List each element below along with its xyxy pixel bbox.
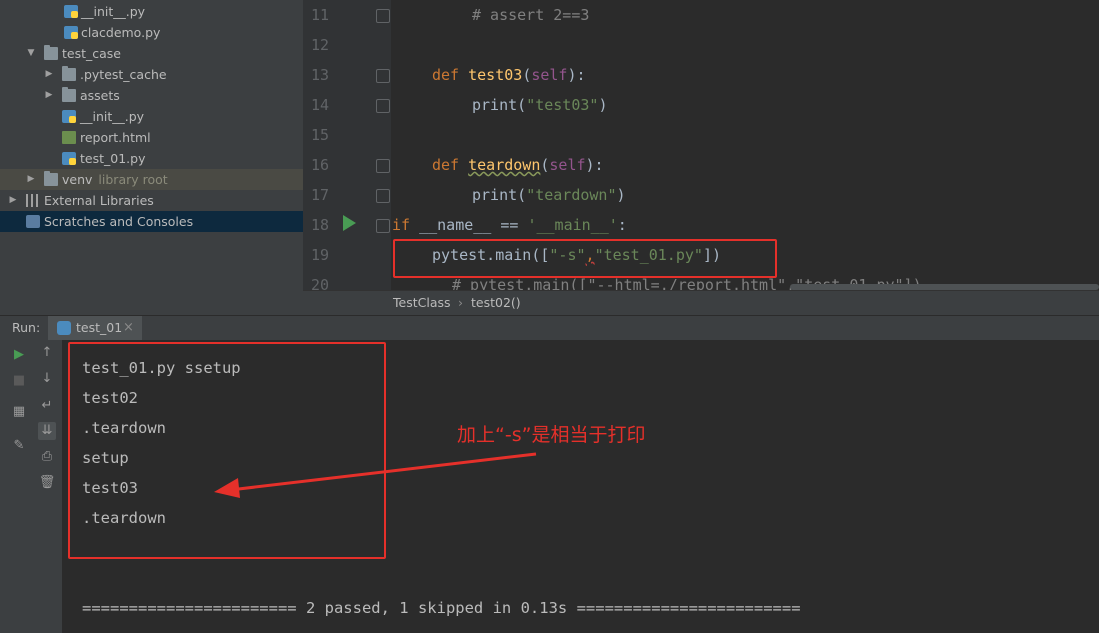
paren: ): <box>585 156 604 174</box>
breadcrumb: TestClass › test02() <box>303 290 1099 316</box>
chevron-down-icon[interactable]: ▼ <box>26 43 36 64</box>
line-number: 14 <box>310 96 329 114</box>
fold-marker-icon[interactable] <box>376 9 390 23</box>
self-param: self <box>549 156 586 174</box>
fold-marker-icon[interactable] <box>376 219 390 233</box>
line-number: 19 <box>310 246 329 264</box>
project-tree: __init__.py clacdemo.py ▼ test_case ▶ .p… <box>0 0 303 315</box>
close-icon[interactable]: × <box>123 316 134 340</box>
tree-item-assets[interactable]: ▶ assets <box>0 85 303 106</box>
print-icon[interactable]: ⎙ <box>38 448 56 466</box>
highlight-box-code <box>393 239 777 278</box>
breadcrumb-method[interactable]: test02() <box>471 291 521 315</box>
python-file-icon <box>64 26 78 39</box>
run-tab-label: test_01 <box>76 320 123 335</box>
fold-marker-icon[interactable] <box>376 69 390 83</box>
code-line-11: # assert 2==3 <box>472 6 589 24</box>
line-number: 16 <box>310 156 329 174</box>
venv-label: venv <box>62 172 93 187</box>
keyword: def <box>432 66 460 84</box>
scratches-icon <box>26 215 40 228</box>
function-name: teardown <box>468 156 541 174</box>
line-number: 17 <box>310 186 329 204</box>
self-param: self <box>531 66 568 84</box>
print-call: print( <box>472 186 527 204</box>
colon: : <box>617 216 627 234</box>
fold-marker-icon[interactable] <box>376 99 390 113</box>
html-file-icon <box>62 131 76 144</box>
arrow-up-icon[interactable]: ↑ <box>38 344 56 362</box>
code-line-13: def test03(self): <box>432 66 586 84</box>
layout-icon[interactable]: ▦ <box>10 403 28 421</box>
paren: ) <box>616 186 626 204</box>
code-line-14: print("test03") <box>472 96 607 114</box>
line-number: 12 <box>310 36 329 54</box>
run-toolbar: ▶ ↑ ■ ↓ ▦ ↵ ⇊ ✎ ⎙ 🗑 <box>0 340 62 633</box>
string: '__main__' <box>527 216 618 234</box>
code-line-16: def teardown(self): <box>432 156 604 174</box>
arrow-line <box>229 452 537 492</box>
paren: ): <box>567 66 586 84</box>
folder-icon <box>62 87 76 102</box>
rerun-icon[interactable]: ▶ <box>10 346 28 364</box>
breadcrumb-class[interactable]: TestClass <box>393 291 451 315</box>
run-label: Run: <box>12 320 41 335</box>
annotation-arrow-icon <box>214 452 537 498</box>
tree-item-init-py[interactable]: __init__.py <box>0 1 303 22</box>
chevron-right-icon[interactable]: ▶ <box>26 169 36 190</box>
chevron-right-icon[interactable]: ▶ <box>44 64 54 85</box>
tree-item-venv[interactable]: ▶ venv library root <box>0 169 303 190</box>
run-tab[interactable]: test_01 × <box>48 316 142 340</box>
tree-item-pytest-cache[interactable]: ▶ .pytest_cache <box>0 64 303 85</box>
line-number: 18 <box>310 216 329 234</box>
fold-marker-icon[interactable] <box>376 189 390 203</box>
print-call: print( <box>472 96 527 114</box>
function-name: test03 <box>468 66 523 84</box>
tree-item-test-01[interactable]: test_01.py <box>0 148 303 169</box>
test-summary: ======================= 2 passed, 1 skip… <box>82 599 801 617</box>
python-file-icon <box>64 5 78 18</box>
run-panel-header: Run: <box>0 315 1099 342</box>
python-icon <box>57 321 71 335</box>
library-icon <box>26 194 38 207</box>
python-file-icon <box>62 152 76 165</box>
string: "teardown" <box>526 186 617 204</box>
code-line-17: print("teardown") <box>472 186 626 204</box>
stop-icon[interactable]: ■ <box>10 372 28 390</box>
arrow-down-icon[interactable]: ↓ <box>38 370 56 388</box>
arrow-head <box>214 478 240 498</box>
folder-icon <box>44 45 58 60</box>
comment: # assert 2==3 <box>472 6 590 24</box>
tree-item-scratches[interactable]: Scratches and Consoles <box>0 211 303 232</box>
line-number: 13 <box>310 66 329 84</box>
paren: ) <box>598 96 608 114</box>
library-root-label: library root <box>98 172 168 187</box>
tree-item-init-py-2[interactable]: __init__.py <box>0 106 303 127</box>
soft-wrap-icon[interactable]: ↵ <box>38 397 56 415</box>
paren: ( <box>522 66 532 84</box>
pin-icon[interactable]: ✎ <box>10 437 28 455</box>
tree-item-external-libraries[interactable]: ▶ External Libraries <box>0 190 303 211</box>
folder-icon <box>44 171 58 186</box>
tree-item-test-case[interactable]: ▼ test_case <box>0 43 303 64</box>
code-text: __name__ == <box>410 216 528 234</box>
line-number: 11 <box>310 6 329 24</box>
tree-item-clacdemo[interactable]: clacdemo.py <box>0 22 303 43</box>
run-gutter-icon[interactable] <box>343 215 356 231</box>
chevron-right-icon[interactable]: ▶ <box>8 190 18 211</box>
trash-icon[interactable]: 🗑 <box>38 474 56 492</box>
code-line-18: if __name__ == '__main__': <box>392 216 627 234</box>
keyword: if <box>392 216 411 234</box>
keyword: def <box>432 156 460 174</box>
tree-item-report-html[interactable]: report.html <box>0 127 303 148</box>
python-file-icon <box>62 110 76 123</box>
breadcrumb-separator: › <box>458 295 463 310</box>
folder-icon <box>62 66 76 81</box>
scroll-to-end-icon[interactable]: ⇊ <box>38 422 56 440</box>
chevron-right-icon[interactable]: ▶ <box>44 85 54 106</box>
fold-marker-icon[interactable] <box>376 159 390 173</box>
line-number: 15 <box>310 126 329 144</box>
string: "test03" <box>526 96 599 114</box>
